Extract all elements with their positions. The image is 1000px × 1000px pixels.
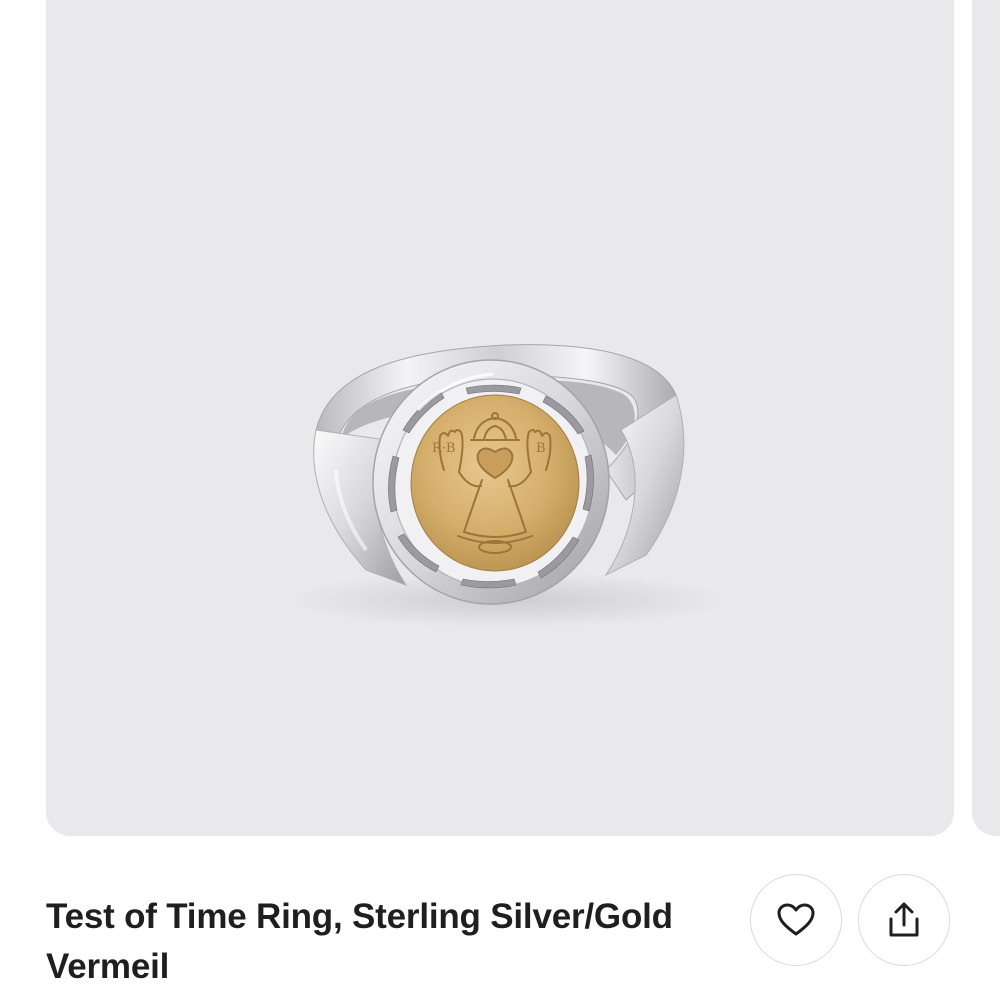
product-image-carousel[interactable]: R·B B [0,0,1000,836]
svg-text:R·B: R·B [432,441,455,456]
favorite-button[interactable] [750,874,842,966]
product-info: Test of Time Ring, Sterling Silver/Gold … [0,836,1000,1000]
svg-text:B: B [536,441,546,456]
share-button[interactable] [858,874,950,966]
product-image-next-peek[interactable] [972,0,1000,836]
product-image-main[interactable]: R·B B [46,0,954,836]
share-icon [889,902,919,937]
product-page: R·B B Test of Time Ring, Sterling Silver… [0,0,1000,1000]
product-title: Test of Time Ring, Sterling Silver/Gold … [46,897,673,986]
heart-icon [777,903,815,936]
ring-product-photo: R·B B [286,344,726,628]
